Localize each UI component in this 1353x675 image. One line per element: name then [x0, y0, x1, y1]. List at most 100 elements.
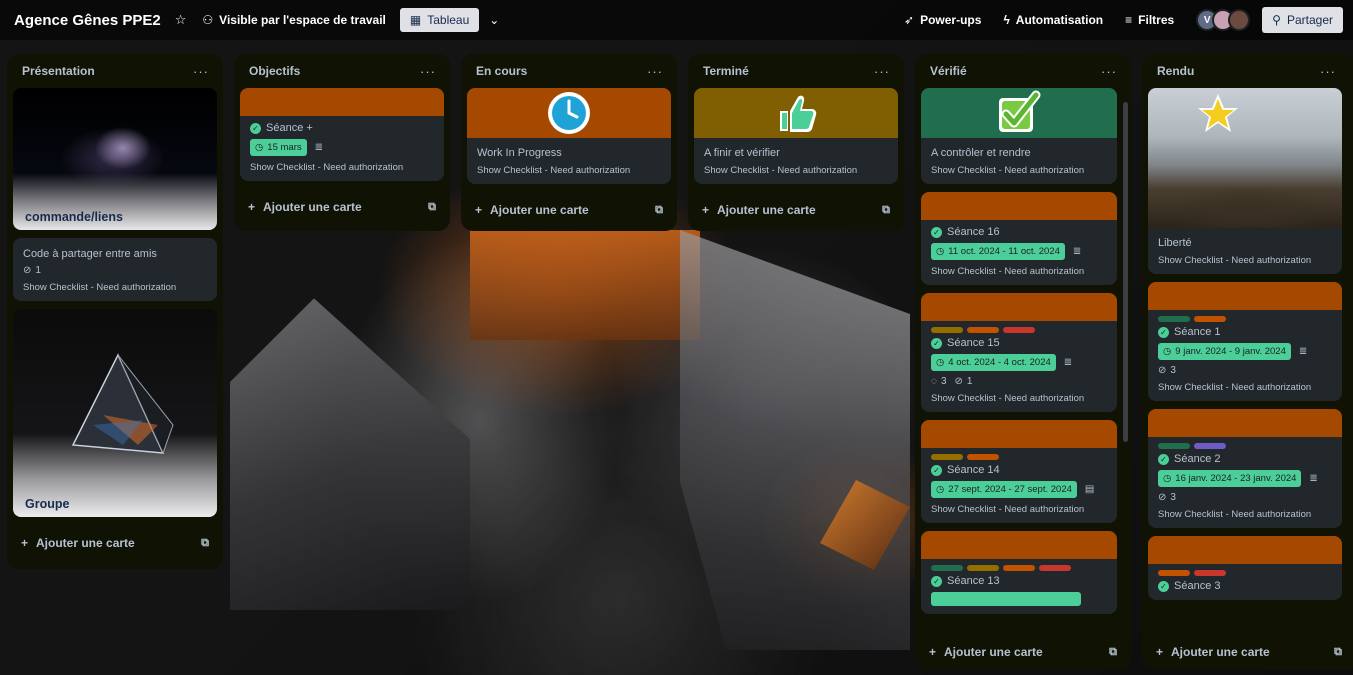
filters-button[interactable]: ≡ Filtres [1125, 13, 1174, 27]
card-a-finir[interactable]: A finir et vérifier Show Checklist - Nee… [694, 88, 898, 184]
list-title[interactable]: Vérifié [930, 64, 967, 78]
card-meta: Show Checklist - Need authorization [1158, 382, 1312, 393]
card-labels[interactable] [931, 565, 1107, 571]
add-card-button[interactable]: + Ajouter une carte ⧉ [467, 192, 671, 228]
due-date-badge[interactable] [931, 592, 1081, 606]
card-cover [921, 192, 1117, 220]
card-labels[interactable] [1158, 443, 1332, 449]
card-labels[interactable] [931, 327, 1107, 333]
card-seance-15[interactable]: ✓ Séance 15 ◷ 4 oct. 2024 - 4 oct. 2024 ≣ … [921, 293, 1117, 412]
add-card-button[interactable]: + Ajouter une carte ⧉ [13, 525, 217, 561]
list-title[interactable]: Terminé [703, 64, 749, 78]
automation-button[interactable]: ϟ Automatisation [1003, 13, 1103, 27]
label [1158, 316, 1190, 322]
card-seance-1[interactable]: ✓ Séance 1 ◷ 9 janv. 2024 - 9 janv. 2024 ≣… [1148, 282, 1342, 401]
card-seance-plus[interactable]: ✓ Séance + ◷ 15 mars ≣ Show Checklist - Ne… [240, 88, 444, 181]
label [1039, 565, 1071, 571]
star-icon[interactable]: ☆ [175, 12, 187, 28]
card-seance-2[interactable]: ✓ Séance 2 ◷ 16 janv. 2024 - 23 janv. 2024… [1148, 409, 1342, 528]
due-date-badge[interactable]: ◷ 4 oct. 2024 - 4 oct. 2024 [931, 354, 1056, 371]
card-liberte[interactable]: Liberté Show Checklist - Need authorizat… [1148, 88, 1342, 274]
card-code-partage[interactable]: Code à partager entre amis ⊘ 1 Show Chec… [13, 238, 217, 301]
visibility-button[interactable]: ⚇ Visible par l'espace de travail [202, 13, 386, 27]
card-title-row: ✓ Séance 14 [931, 464, 1107, 476]
powerups-label: Power-ups [920, 13, 982, 27]
due-date-badge[interactable]: ◷ 27 sept. 2024 - 27 sept. 2024 [931, 481, 1077, 498]
template-icon[interactable]: ⧉ [428, 201, 436, 214]
more-icon[interactable]: ··· [193, 64, 209, 79]
card-groupe[interactable]: Groupe [13, 309, 217, 517]
list-cards-scroll[interactable]: Liberté Show Checklist - Need authorizat… [1148, 88, 1352, 634]
plus-icon: + [702, 203, 710, 217]
list-title[interactable]: En cours [476, 64, 527, 78]
template-icon[interactable]: ⧉ [882, 204, 890, 217]
board-title[interactable]: Agence Gênes PPE2 [14, 12, 161, 29]
card-labels[interactable] [931, 454, 1107, 460]
scrollbar[interactable] [1123, 102, 1128, 442]
card-a-controler[interactable]: A contrôler et rendre Show Checklist - N… [921, 88, 1117, 184]
list-header: Rendu ··· [1148, 54, 1352, 88]
list-title[interactable]: Objectifs [249, 64, 300, 78]
add-card-button[interactable]: + Ajouter une carte ⧉ [240, 189, 444, 225]
due-date: 27 sept. 2024 - 27 sept. 2024 [948, 484, 1072, 495]
card-seance-13[interactable]: ✓ Séance 13 [921, 531, 1117, 614]
avatar[interactable] [1228, 9, 1251, 31]
card-title: Séance 15 [947, 337, 1000, 349]
add-card-button[interactable]: + Ajouter une carte ⧉ [694, 192, 898, 228]
card-cover [1148, 282, 1342, 310]
list-header: Objectifs ··· [240, 54, 444, 88]
card-title: Séance 3 [1174, 580, 1221, 592]
background-glass-shape [230, 298, 470, 610]
due-date-badge[interactable]: ◷ 15 mars [250, 139, 307, 156]
card-commande-liens[interactable]: commande/liens [13, 88, 217, 230]
checkmark-sticker-icon [999, 90, 1041, 132]
clock-icon: ◷ [255, 142, 264, 153]
more-icon[interactable]: ··· [1101, 64, 1117, 79]
label [931, 327, 963, 333]
attachment-badge: ⊘ 1 [955, 376, 973, 387]
list-header: Vérifié ··· [921, 54, 1125, 88]
label [967, 454, 999, 460]
more-icon[interactable]: ··· [1320, 64, 1336, 79]
label [1003, 565, 1035, 571]
card-seance-16[interactable]: ✓ Séance 16 ◷ 11 oct. 2024 - 11 oct. 2024 … [921, 192, 1117, 285]
view-switcher-board[interactable]: ▦ Tableau [399, 8, 480, 32]
list-title[interactable]: Rendu [1157, 64, 1194, 78]
card-seance-3[interactable]: ✓ Séance 3 [1148, 536, 1342, 600]
add-card-button[interactable]: + Ajouter une carte ⧉ [1148, 634, 1352, 670]
share-button[interactable]: ⚲ Partager [1262, 7, 1343, 33]
template-icon[interactable]: ⧉ [1109, 646, 1117, 659]
clock-icon: ◷ [1163, 346, 1172, 357]
card-work-in-progress[interactable]: Work In Progress Show Checklist - Need a… [467, 88, 671, 184]
powerups-button[interactable]: ➶ Power-ups [904, 13, 981, 27]
due-date-badge[interactable]: ◷ 16 janv. 2024 - 23 janv. 2024 [1158, 470, 1302, 487]
template-icon[interactable]: ⧉ [1334, 646, 1342, 659]
list-title[interactable]: Présentation [22, 64, 95, 78]
due-date-badge[interactable]: ◷ 9 janv. 2024 - 9 janv. 2024 [1158, 343, 1291, 360]
list-cards-scroll[interactable]: A contrôler et rendre Show Checklist - N… [921, 88, 1125, 634]
list-termine: Terminé ··· A finir et vérifier Show Che… [688, 54, 904, 231]
card-cover [1148, 409, 1342, 437]
paperclip-icon: ⊘ [1158, 492, 1167, 503]
list-objectifs: Objectifs ··· ✓ Séance + ◷ 15 mars ≣ Show … [234, 54, 450, 231]
plus-icon: + [929, 645, 937, 659]
more-icon[interactable]: ··· [420, 64, 436, 79]
card-labels[interactable] [1158, 570, 1332, 576]
member-avatars[interactable]: V [1196, 9, 1251, 31]
chevron-down-icon[interactable]: ⌄ [489, 13, 499, 27]
more-icon[interactable]: ··· [874, 64, 890, 79]
template-icon[interactable]: ⧉ [655, 204, 663, 217]
card-seance-14[interactable]: ✓ Séance 14 ◷ 27 sept. 2024 - 27 sept. 202… [921, 420, 1117, 523]
more-icon[interactable]: ··· [647, 64, 663, 79]
card-meta: Show Checklist - Need authorization [1158, 255, 1312, 266]
card-labels[interactable] [1158, 316, 1332, 322]
template-icon[interactable]: ⧉ [201, 537, 209, 550]
paperclip-icon: ⊘ [23, 265, 32, 276]
automation-label: Automatisation [1015, 13, 1104, 27]
add-card-button[interactable]: + Ajouter une carte ⧉ [921, 634, 1125, 670]
check-icon: ✓ [931, 465, 942, 476]
add-card-label: Ajouter une carte [944, 645, 1043, 659]
check-icon: ✓ [931, 576, 942, 587]
due-date-badge[interactable]: ◷ 11 oct. 2024 - 11 oct. 2024 [931, 243, 1065, 260]
filter-icon: ≡ [1125, 13, 1133, 27]
